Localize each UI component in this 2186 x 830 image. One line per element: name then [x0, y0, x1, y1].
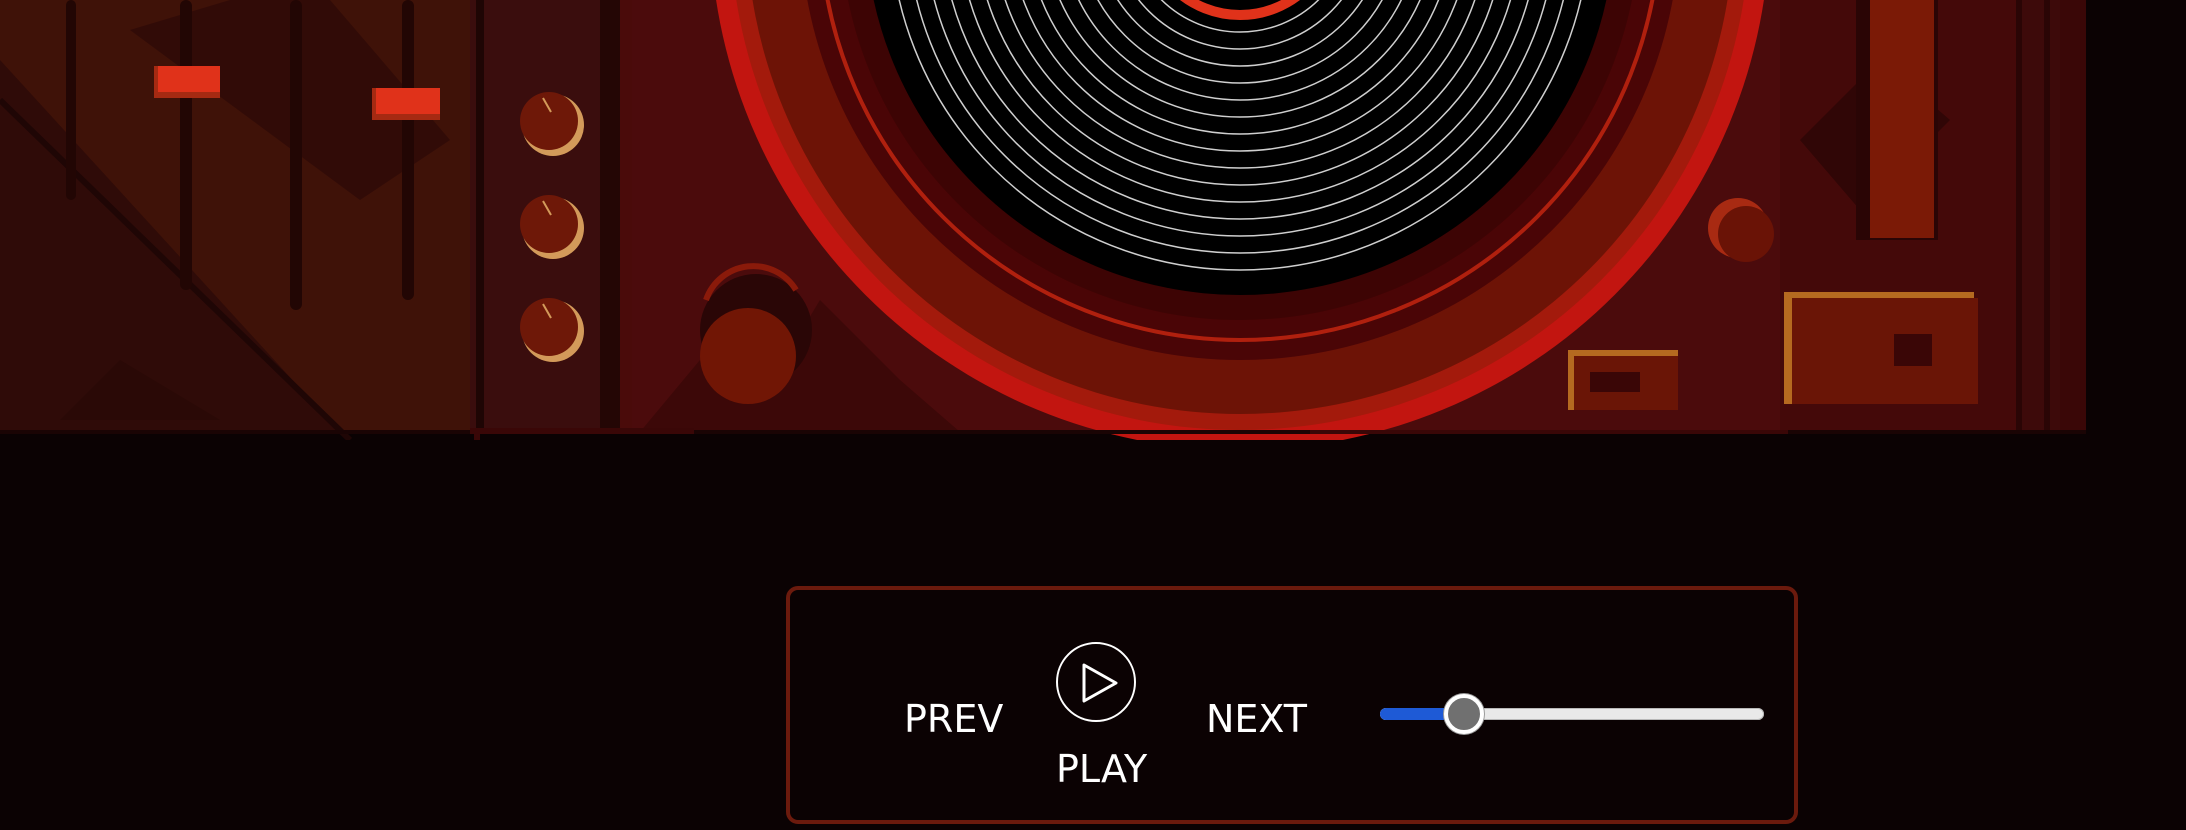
slider-thumb[interactable]	[1444, 694, 1484, 734]
next-button[interactable]: NEXT	[1206, 700, 1307, 738]
prev-button[interactable]: PREV	[904, 700, 1003, 738]
player-controls: PREV PLAY NEXT	[786, 586, 1798, 824]
turntable-illustration	[0, 0, 2186, 440]
play-button[interactable]: PLAY	[1056, 642, 1176, 788]
speed-selector	[1568, 350, 1678, 410]
fader-knob	[372, 88, 440, 120]
progress-slider[interactable]	[1380, 694, 1764, 734]
music-player-view: PREV PLAY NEXT	[0, 0, 2186, 830]
tonearm-base	[1784, 292, 1978, 404]
fader-knob	[154, 66, 220, 98]
play-label: PLAY	[1056, 747, 1148, 791]
play-circle-icon	[1056, 642, 1136, 722]
